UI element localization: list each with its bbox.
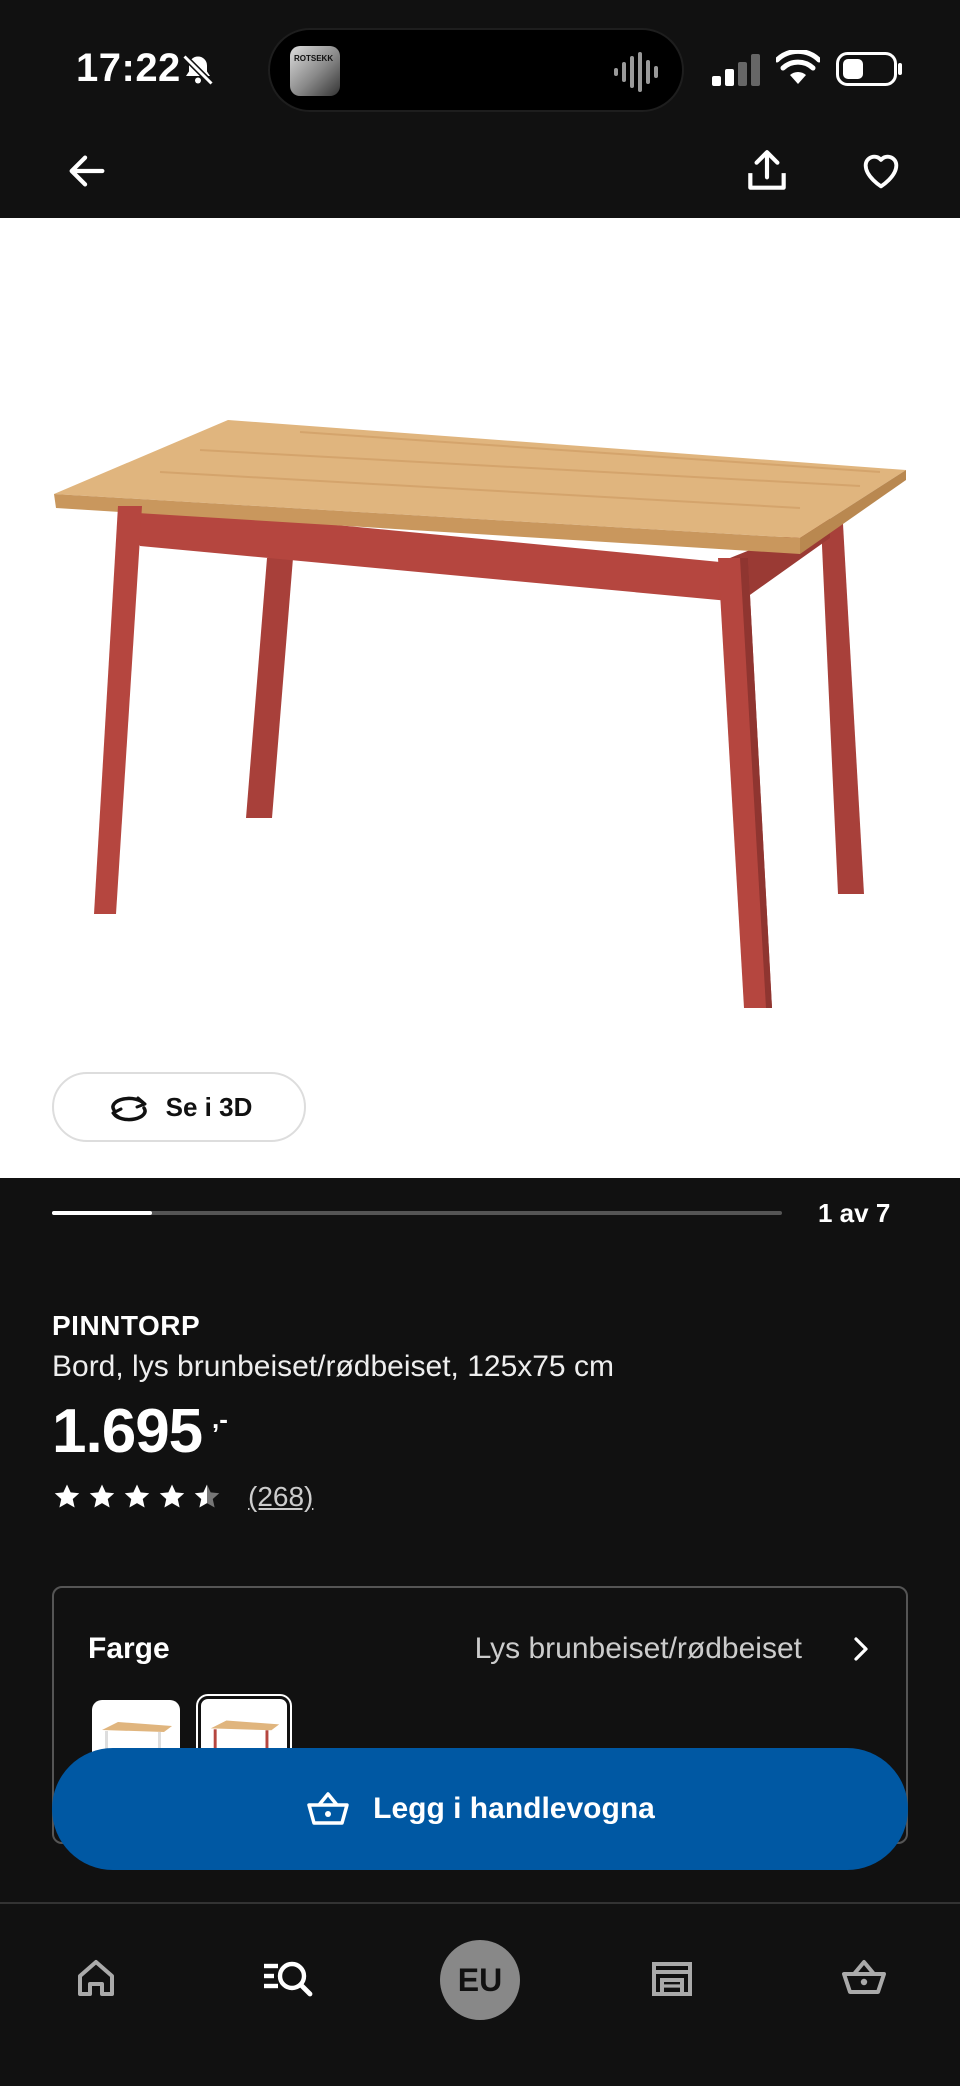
share-icon[interactable]	[742, 146, 792, 196]
image-carousel-progress-fill	[52, 1211, 152, 1215]
product-image-area[interactable]: Se i 3D	[0, 218, 960, 1178]
cart-icon[interactable]	[840, 1954, 888, 2002]
app-bar	[0, 140, 960, 218]
chevron-right-icon[interactable]	[846, 1634, 876, 1664]
add-to-cart-button[interactable]: Legg i handlevogna	[52, 1748, 908, 1870]
rotate-3d-icon	[110, 1096, 147, 1122]
star-full-icon	[159, 1484, 185, 1508]
product-image	[54, 420, 906, 1008]
product-description: Bord, lys brunbeiset/rødbeiset, 125x75 c…	[52, 1350, 614, 1383]
rating-stars[interactable]	[52, 1482, 222, 1512]
now-playing-artwork: ROTSEKK	[290, 46, 340, 96]
bell-off-icon	[182, 54, 214, 86]
product-name[interactable]: PINNTORP	[52, 1310, 200, 1342]
view-3d-button[interactable]: Se i 3D	[52, 1072, 306, 1142]
battery-icon	[836, 52, 902, 86]
color-label: Farge	[88, 1632, 170, 1665]
heart-icon[interactable]	[858, 148, 904, 194]
star-half-icon	[194, 1484, 220, 1508]
artwork-text: ROTSEKK	[294, 54, 334, 63]
star-full-icon	[54, 1484, 80, 1508]
bottom-navigation: EU	[0, 1902, 960, 2086]
profile-avatar[interactable]: EU	[440, 1940, 520, 2020]
home-icon[interactable]	[72, 1954, 120, 2002]
store-icon[interactable]	[648, 1954, 696, 2002]
status-bar: 17:22 ROTSEKK	[0, 0, 960, 140]
price-suffix: ,-	[212, 1404, 228, 1434]
color-selected-value: Lys brunbeiset/rødbeiset	[474, 1632, 802, 1665]
product-price: 1.695	[52, 1397, 203, 1466]
dynamic-island[interactable]: ROTSEKK	[268, 28, 684, 112]
search-icon[interactable]	[262, 1954, 314, 2002]
view-3d-label: Se i 3D	[165, 1091, 253, 1122]
star-full-icon	[124, 1484, 150, 1508]
add-to-cart-label: Legg i handlevogna	[373, 1792, 655, 1825]
back-arrow-icon[interactable]	[64, 148, 110, 194]
star-full-icon	[89, 1484, 115, 1508]
signal-icon	[712, 54, 760, 86]
review-count-link[interactable]: (268)	[248, 1481, 313, 1513]
audio-waveform-icon	[614, 52, 658, 92]
image-carousel-progress	[52, 1211, 782, 1215]
image-counter: 1 av 7	[818, 1198, 891, 1228]
basket-icon	[307, 1792, 349, 1825]
status-time: 17:22	[76, 46, 181, 90]
wifi-icon	[776, 50, 820, 84]
